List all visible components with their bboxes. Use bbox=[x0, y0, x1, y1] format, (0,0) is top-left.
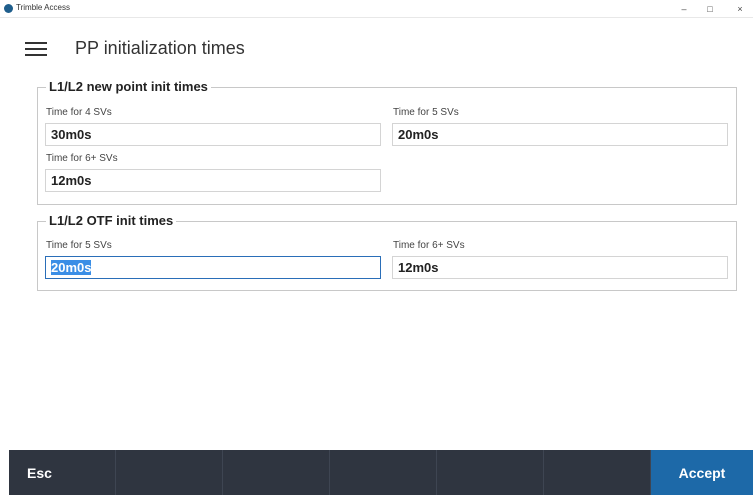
softkey-5[interactable] bbox=[437, 450, 544, 495]
otf-init-times-group: L1/L2 OTF init times Time for 5 SVs 20m0… bbox=[37, 213, 737, 291]
softkey-2[interactable] bbox=[116, 450, 223, 495]
softkey-6[interactable] bbox=[544, 450, 651, 495]
field-label-6svs: Time for 6+ SVs bbox=[46, 153, 118, 164]
hamburger-menu-icon[interactable] bbox=[25, 42, 47, 57]
selected-text: 20m0s bbox=[51, 260, 92, 275]
time-4svs-input[interactable]: 30m0s bbox=[45, 123, 381, 146]
field-label-5svs: Time for 5 SVs bbox=[393, 107, 459, 118]
otf-time-6svs-input[interactable]: 12m0s bbox=[392, 256, 728, 279]
time-5svs-input[interactable]: 20m0s bbox=[392, 123, 728, 146]
minimize-icon[interactable]: – bbox=[671, 0, 697, 18]
accept-button[interactable]: Accept bbox=[651, 450, 753, 495]
field-label-otf-5svs: Time for 5 SVs bbox=[46, 240, 112, 251]
trimble-app-icon bbox=[4, 4, 13, 13]
esc-button[interactable]: Esc bbox=[9, 450, 116, 495]
group-legend: L1/L2 new point init times bbox=[46, 79, 211, 94]
group-legend: L1/L2 OTF init times bbox=[46, 213, 177, 228]
close-icon[interactable]: × bbox=[727, 0, 753, 18]
maximize-icon[interactable]: □ bbox=[697, 0, 723, 18]
softkey-4[interactable] bbox=[330, 450, 437, 495]
softkey-bar: Esc Accept bbox=[9, 450, 753, 495]
field-label-otf-6svs: Time for 6+ SVs bbox=[393, 240, 465, 251]
left-window-strip bbox=[0, 18, 9, 495]
window-title: Trimble Access bbox=[16, 3, 70, 12]
page-title: PP initialization times bbox=[75, 38, 245, 58]
softkey-3[interactable] bbox=[223, 450, 330, 495]
time-6svs-input[interactable]: 12m0s bbox=[45, 169, 381, 192]
window-titlebar: Trimble Access – □ × bbox=[0, 0, 753, 18]
new-point-init-times-group: L1/L2 new point init times Time for 4 SV… bbox=[37, 79, 737, 205]
field-label-4svs: Time for 4 SVs bbox=[46, 107, 112, 118]
otf-time-5svs-input[interactable]: 20m0s bbox=[45, 256, 381, 279]
